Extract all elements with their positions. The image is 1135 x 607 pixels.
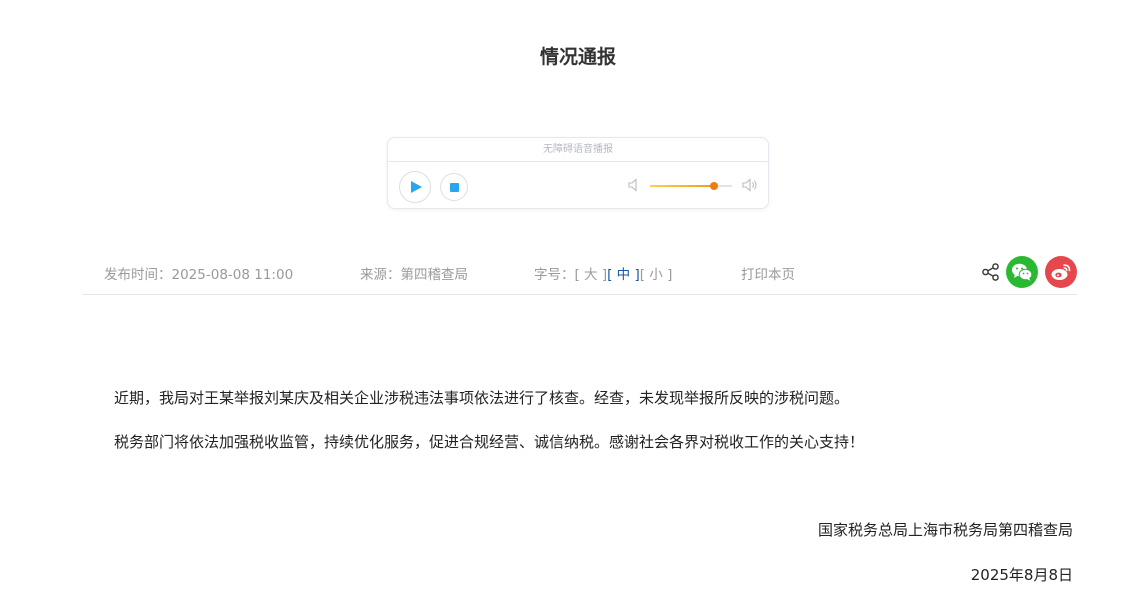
font-size-small[interactable]: [ 小 ] [640,267,673,283]
stop-icon [449,182,459,192]
publish-time-value: 2025-08-08 11:00 [171,267,294,283]
weibo-share-button[interactable] [1045,256,1077,288]
publish-time: 发布时间：2025-08-08 11:00 [104,263,293,283]
source-label: 来源： [360,267,401,283]
signature: 国家税务总局上海市税务局第四稽查局 [817,521,1073,539]
wechat-share-button[interactable] [1006,256,1038,288]
volume-low-icon[interactable] [628,178,640,192]
play-button[interactable] [399,171,431,203]
source: 来源：第四稽查局 [360,263,468,283]
font-size-switcher: 字号：[ 大 ][ 中 ][ 小 ] [534,263,672,283]
print-link[interactable]: 打印本页 [741,263,795,283]
weibo-icon [1051,264,1071,280]
volume-fill [650,185,714,187]
source-value: 第四稽查局 [400,267,469,283]
article-date: 2025年8月8日 [970,566,1073,584]
volume-knob[interactable] [709,182,718,190]
article-paragraph-1: 近期，我局对王某举报刘某庆及相关企业涉税违法事项依法进行了核查。经查，未发现举报… [114,389,850,407]
font-size-large[interactable]: [ 大 ] [575,267,608,283]
volume-slider[interactable] [650,182,732,190]
play-icon [411,181,422,193]
audio-player: 无障碍语音播报 [387,137,769,209]
font-size-label: 字号： [534,267,575,283]
stop-button[interactable] [440,173,468,201]
share-icon[interactable] [981,262,1001,282]
volume-high-icon[interactable] [742,178,758,192]
font-size-medium[interactable]: [ 中 ] [607,267,640,283]
page-title: 情况通报 [539,46,616,68]
divider [82,294,1077,295]
article-paragraph-2: 税务部门将依法加强税收监管，持续优化服务，促进合规经营、诚信纳税。感谢社会各界对… [114,433,865,451]
wechat-icon [1012,263,1033,281]
publish-label: 发布时间： [104,267,172,283]
player-header: 无障碍语音播报 [388,138,768,162]
